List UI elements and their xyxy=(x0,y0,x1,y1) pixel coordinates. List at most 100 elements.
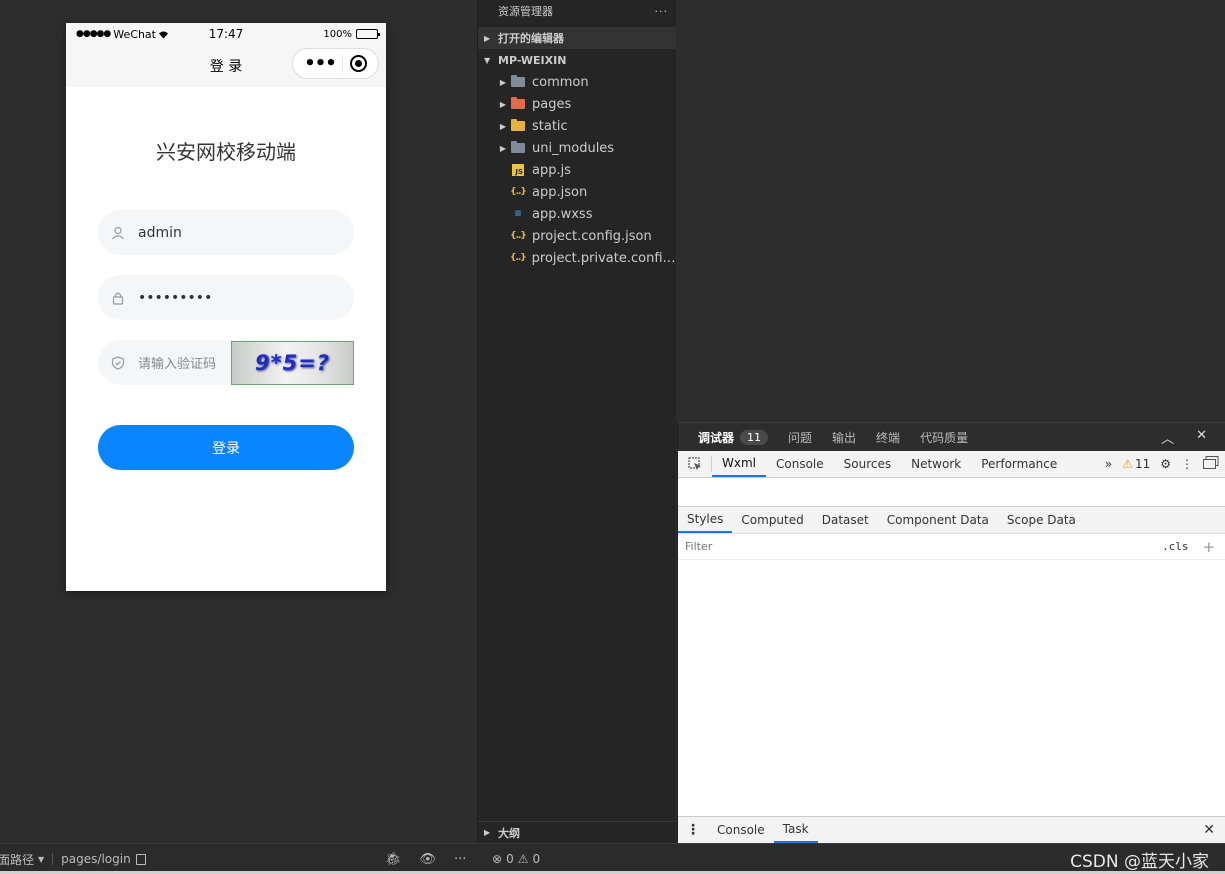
tree-file-app-wxss[interactable]: ≡ app.wxss xyxy=(478,203,676,225)
page-title: 兴安网校移动端 xyxy=(156,140,296,164)
simulator-tools: 🐞︎ 👁︎ ··· xyxy=(385,852,466,867)
styles-filter-row: .cls + xyxy=(678,534,1225,560)
phone-simulator: ●●●●● WeChat 17:47 100% 登 录 ••• 兴安网校移动端 … xyxy=(66,23,386,591)
styles-filter-input[interactable] xyxy=(680,536,1154,557)
eye-icon[interactable]: 👁︎ xyxy=(420,852,437,867)
battery-status: 100% xyxy=(323,28,380,40)
css-file-icon: ≡ xyxy=(514,209,522,219)
tab-wxml[interactable]: Wxml xyxy=(712,451,766,477)
captcha-image[interactable]: 9*5=? xyxy=(231,341,354,385)
drawer-menu-icon[interactable]: ⋮ xyxy=(678,817,708,843)
close-miniprogram-icon[interactable] xyxy=(349,55,367,72)
copy-icon[interactable] xyxy=(135,853,146,865)
nav-title: 登 录 xyxy=(209,59,243,75)
outline-label: 大纲 xyxy=(498,826,520,840)
divider xyxy=(52,853,54,865)
tab-styles[interactable]: Styles xyxy=(678,507,733,533)
chevron-up-icon[interactable]: ︿ xyxy=(1161,428,1174,447)
static-folder-icon xyxy=(510,119,526,133)
tree-file-project-config[interactable]: {..} project.config.json xyxy=(478,225,676,247)
tree-folder-uni-modules[interactable]: ▶ uni_modules xyxy=(478,137,676,159)
tab-computed[interactable]: Computed xyxy=(732,507,812,533)
tab-debugger[interactable]: 调试器 11 xyxy=(698,429,769,446)
dock-side-icon[interactable] xyxy=(1203,456,1219,472)
file-tree: ▶ common ▶ pages ▶ static ▶ uni_modules … xyxy=(478,71,676,269)
debugger-count-badge: 11 xyxy=(740,429,769,445)
tree-file-project-private-config[interactable]: {..} project.private.config.js... xyxy=(478,247,676,269)
drawer-tab-console[interactable]: Console xyxy=(708,817,774,843)
shield-icon xyxy=(110,355,126,371)
chevron-right-icon: ▶ xyxy=(499,77,507,87)
tab-scope-data[interactable]: Scope Data xyxy=(998,507,1085,533)
watermark: CSDN @蓝天小家 xyxy=(1070,851,1209,872)
chevron-right-icon: ▶ xyxy=(499,121,507,131)
add-style-rule-icon[interactable]: + xyxy=(1203,538,1216,556)
signal-icon: ●●●●● xyxy=(76,29,111,39)
inspect-element-icon[interactable] xyxy=(678,456,712,472)
folder-icon xyxy=(510,75,526,89)
explorer-panel: 资源管理器 ··· ▶ 打开的编辑器 ▼ MP-WEIXIN ▶ common … xyxy=(477,0,676,843)
open-editors-section[interactable]: ▶ 打开的编辑器 xyxy=(478,27,676,49)
open-editors-label: 打开的编辑器 xyxy=(498,32,564,45)
more-tabs-icon[interactable]: » xyxy=(1105,457,1112,471)
password-field[interactable]: ••••••••• xyxy=(98,275,354,320)
phone-navigation-bar: 登 录 ••• xyxy=(66,45,386,87)
tree-file-app-js[interactable]: JS app.js xyxy=(478,159,676,181)
status-bar: 面路径 ▼ pages/login 🐞︎ 👁︎ ··· ⊗ 0 ⚠ 0 CSDN… xyxy=(0,843,1225,874)
chevron-down-icon: ▼ xyxy=(484,55,491,65)
project-label: MP-WEIXIN xyxy=(498,53,567,67)
tab-component-data[interactable]: Component Data xyxy=(878,507,998,533)
explorer-more-icon[interactable]: ··· xyxy=(655,5,669,18)
carrier-label: WeChat xyxy=(113,27,156,41)
tree-file-app-json[interactable]: {..} app.json xyxy=(478,181,676,203)
bug-icon[interactable]: 🐞︎ xyxy=(385,852,402,867)
tab-terminal[interactable]: 终端 xyxy=(876,429,900,446)
tab-output[interactable]: 输出 xyxy=(832,429,856,446)
chevron-down-icon: ▼ xyxy=(38,854,45,864)
problems-summary[interactable]: ⊗ 0 ⚠ 0 xyxy=(492,852,540,866)
page-route-selector[interactable]: 面路径 ▼ xyxy=(0,851,44,868)
drawer-tab-task[interactable]: Task xyxy=(773,817,818,843)
debugger-tabs: 调试器 11 问题 输出 终端 代码质量 ︿ ✕ xyxy=(678,422,1225,451)
json-file-icon: {..} xyxy=(510,253,527,263)
battery-icon xyxy=(356,29,380,39)
wxml-tree-pane xyxy=(678,478,1225,507)
project-section[interactable]: ▼ MP-WEIXIN xyxy=(478,49,676,71)
password-value: ••••••••• xyxy=(138,289,213,306)
tab-console[interactable]: Console xyxy=(766,451,834,477)
editor-area xyxy=(677,0,1225,422)
battery-percent: 100% xyxy=(323,28,352,40)
cls-toggle-button[interactable]: .cls xyxy=(1162,540,1189,553)
warnings-counter[interactable]: ⚠ 11 xyxy=(1122,457,1150,471)
wifi-icon xyxy=(158,31,168,38)
chevron-right-icon: ▶ xyxy=(484,33,491,43)
more-icon[interactable]: ••• xyxy=(304,54,337,72)
chevron-right-icon: ▶ xyxy=(499,143,507,153)
more-icon[interactable]: ··· xyxy=(454,852,466,867)
simulator-panel: ●●●●● WeChat 17:47 100% 登 录 ••• 兴安网校移动端 … xyxy=(0,0,476,843)
username-field[interactable]: admin xyxy=(98,210,354,255)
error-icon: ⊗ xyxy=(492,852,503,866)
phone-status-bar: ●●●●● WeChat 17:47 100% xyxy=(66,23,386,45)
tab-dataset[interactable]: Dataset xyxy=(813,507,878,533)
close-icon[interactable]: ✕ xyxy=(1196,428,1207,447)
tab-sources[interactable]: Sources xyxy=(834,451,901,477)
tree-folder-static[interactable]: ▶ static xyxy=(478,115,676,137)
tab-problems[interactable]: 问题 xyxy=(788,429,812,446)
close-icon[interactable]: ✕ xyxy=(1203,817,1225,843)
settings-gear-icon[interactable]: ⚙ xyxy=(1160,457,1171,471)
tree-folder-pages[interactable]: ▶ pages xyxy=(478,93,676,115)
username-value: admin xyxy=(138,224,182,241)
capsule-menu[interactable]: ••• xyxy=(292,48,379,79)
warning-icon: ⚠ xyxy=(1122,457,1133,471)
tab-code-quality[interactable]: 代码质量 xyxy=(920,429,968,446)
explorer-title: 资源管理器 xyxy=(498,5,553,18)
kebab-menu-icon[interactable]: ⋮ xyxy=(1181,457,1193,471)
tree-folder-common[interactable]: ▶ common xyxy=(478,71,676,93)
outline-section[interactable]: ▶ 大纲 xyxy=(478,821,676,843)
warning-icon: ⚠ xyxy=(517,852,529,866)
tab-network[interactable]: Network xyxy=(901,451,971,477)
captcha-placeholder: 请输入验证码 xyxy=(138,357,217,372)
login-button[interactable]: 登录 xyxy=(98,425,354,470)
tab-performance[interactable]: Performance xyxy=(971,451,1067,477)
